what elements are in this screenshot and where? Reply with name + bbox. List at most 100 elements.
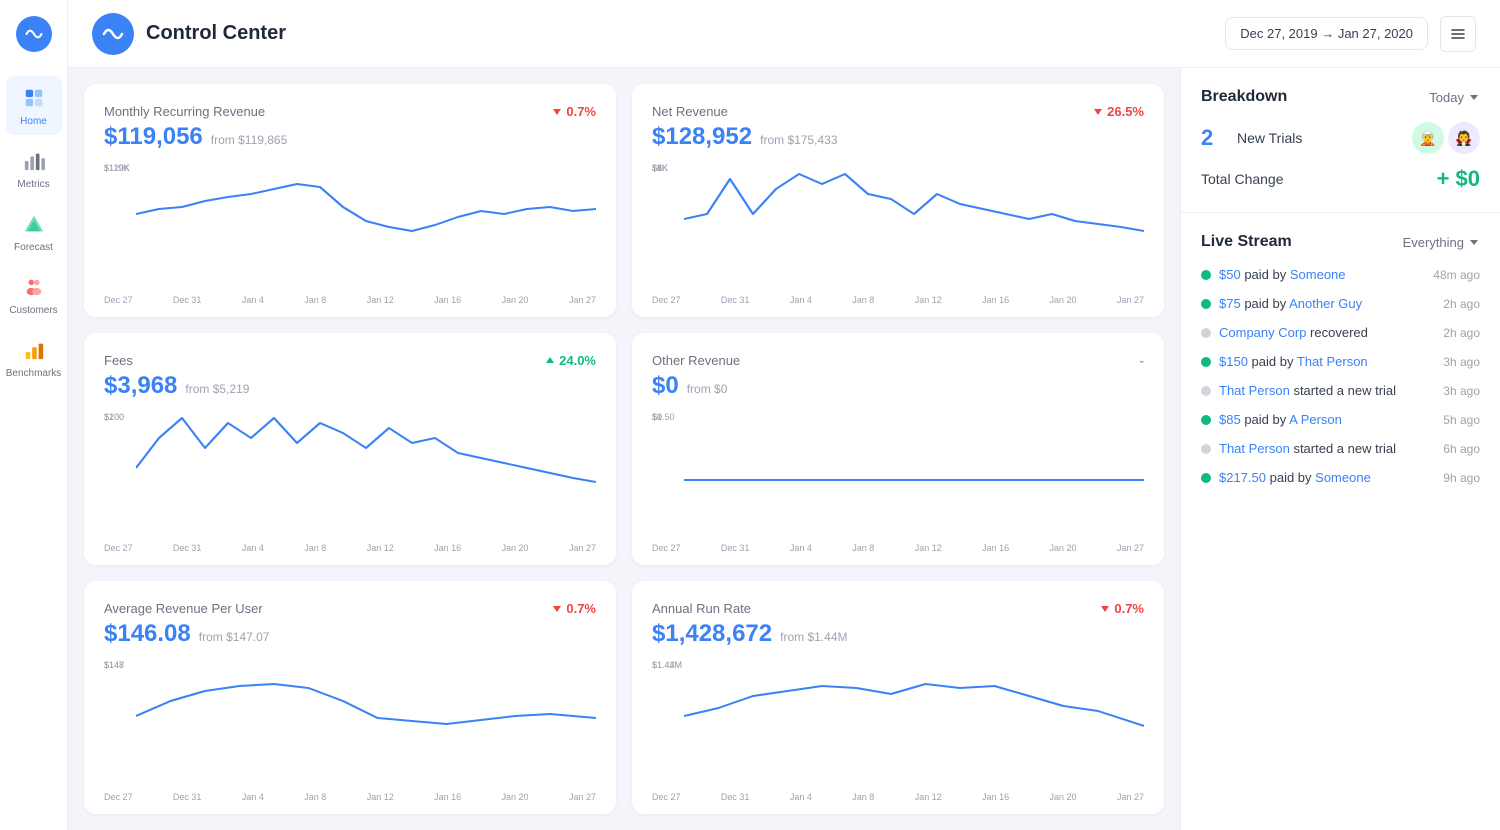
fees-value: $3,968 (104, 372, 177, 400)
header-logo-area: Control Center (92, 13, 1225, 55)
stream-amount-8[interactable]: $217.50 (1219, 470, 1266, 485)
arr-from: from $1.44M (780, 630, 847, 644)
stream-amount-4[interactable]: $150 (1219, 354, 1248, 369)
net-revenue-value: $128,952 (652, 123, 752, 151)
stream-amount-6[interactable]: $85 (1219, 412, 1241, 427)
stream-person-8[interactable]: Someone (1315, 470, 1371, 485)
stream-item-2: $75 paid by Another Guy 2h ago (1201, 296, 1480, 311)
stream-item-1: $50 paid by Someone 48m ago (1201, 267, 1480, 282)
sidebar-item-customers[interactable]: Customers (6, 265, 62, 324)
home-icon (20, 84, 48, 112)
net-revenue-from: from $175,433 (760, 133, 837, 147)
fees-chart-plot (136, 408, 596, 540)
arr-card: Annual Run Rate 0.7% $1,428,672 from $1.… (632, 581, 1164, 814)
stream-dot-2 (1201, 299, 1211, 309)
arr-chart-inner: $1.44M $1.43M (652, 656, 1144, 788)
sidebar-item-forecast-label: Forecast (14, 242, 53, 253)
breakdown-filter-btn[interactable]: Today (1429, 90, 1480, 105)
live-stream-section: Live Stream Everything $50 paid by Someo… (1181, 213, 1500, 830)
sidebar-item-forecast[interactable]: Forecast (6, 202, 62, 261)
app-icon (92, 13, 134, 55)
customers-icon (20, 273, 48, 301)
mrr-from: from $119,865 (211, 133, 288, 147)
stream-item-6: $85 paid by A Person 5h ago (1201, 412, 1480, 427)
stream-dot-7 (1201, 444, 1211, 454)
forecast-icon (20, 210, 48, 238)
fees-card: Fees 24.0% $3,968 from $5,219 $200 $100 (84, 333, 616, 566)
date-range-picker[interactable]: Dec 27, 2019 → Jan 27, 2020 (1225, 17, 1428, 50)
other-revenue-value-row: $0 from $0 (652, 372, 1144, 400)
benchmarks-icon (20, 336, 48, 364)
date-range-text: Dec 27, 2019 → Jan 27, 2020 (1240, 26, 1413, 41)
sidebar: Home Metrics Forecast (0, 0, 68, 830)
other-revenue-card: Other Revenue - $0 from $0 $1 $0.50 $0 (632, 333, 1164, 566)
fees-from: from $5,219 (185, 382, 249, 396)
stream-text-7: That Person started a new trial (1219, 441, 1435, 456)
stream-person-1[interactable]: Someone (1290, 267, 1346, 282)
stream-text-2: $75 paid by Another Guy (1219, 296, 1435, 311)
breakdown-filter-label: Today (1429, 90, 1464, 105)
new-trials-label: New Trials (1237, 130, 1400, 146)
stream-item-4: $150 paid by That Person 3h ago (1201, 354, 1480, 369)
arpu-header: Average Revenue Per User 0.7% (104, 601, 596, 616)
total-change-label: Total Change (1201, 171, 1284, 187)
stream-time-4: 3h ago (1443, 355, 1480, 369)
other-revenue-chart-plot (684, 408, 1144, 540)
sidebar-logo (16, 16, 52, 52)
stream-item-3: Company Corp recovered 2h ago (1201, 325, 1480, 340)
arpu-value-row: $146.08 from $147.07 (104, 620, 596, 648)
mrr-y-bottom: $119K (104, 163, 129, 173)
arpu-chart-plot (136, 656, 596, 788)
header: Control Center Dec 27, 2019 → Jan 27, 20… (68, 0, 1500, 68)
sidebar-item-metrics[interactable]: Metrics (6, 139, 62, 198)
arpu-y-bottom: $147 (104, 660, 124, 670)
mrr-x-7: Jan 20 (502, 295, 529, 305)
breakdown-section: Breakdown Today 2 New Trials 🧝 🧛 Tota (1181, 68, 1500, 213)
stream-person-2[interactable]: Another Guy (1289, 296, 1362, 311)
sidebar-item-home-label: Home (20, 116, 47, 127)
mrr-x-2: Dec 31 (173, 295, 202, 305)
sidebar-item-benchmarks[interactable]: Benchmarks (6, 328, 62, 387)
net-revenue-chart-plot (684, 159, 1144, 291)
net-revenue-badge: 26.5% (1093, 104, 1144, 119)
stream-person-4[interactable]: That Person (1297, 354, 1368, 369)
other-revenue-x-labels: Dec 27 Dec 31 Jan 4 Jan 8 Jan 12 Jan 16 … (652, 543, 1144, 553)
arr-y-mid: $1.43M (652, 660, 682, 670)
stream-text-1: $50 paid by Someone (1219, 267, 1425, 282)
arr-value-row: $1,428,672 from $1.44M (652, 620, 1144, 648)
avatar-2: 🧛 (1448, 122, 1480, 154)
stream-person-5[interactable]: That Person (1219, 383, 1290, 398)
arpu-change: 0.7% (566, 601, 596, 616)
stream-person-6[interactable]: A Person (1289, 412, 1342, 427)
stream-person-7[interactable]: That Person (1219, 441, 1290, 456)
menu-button[interactable] (1440, 16, 1476, 52)
stream-time-1: 48m ago (1433, 268, 1480, 282)
arpu-from: from $147.07 (199, 630, 270, 644)
stream-time-8: 9h ago (1443, 471, 1480, 485)
mrr-x-1: Dec 27 (104, 295, 133, 305)
total-change-row: Total Change + $0 (1201, 166, 1480, 192)
other-revenue-chart-inner: $1 $0.50 $0 (652, 408, 1144, 540)
stream-amount-1[interactable]: $50 (1219, 267, 1241, 282)
mrr-x-4: Jan 8 (304, 295, 326, 305)
fees-chart-inner: $200 $100 (104, 408, 596, 540)
new-trials-count: 2 (1201, 125, 1225, 151)
sidebar-item-home[interactable]: Home (6, 76, 62, 135)
breakdown-title: Breakdown (1201, 88, 1287, 106)
fees-change: 24.0% (559, 353, 596, 368)
right-panel: Breakdown Today 2 New Trials 🧝 🧛 Tota (1180, 68, 1500, 830)
net-revenue-chart-inner: $8K $6K $4K $2K (652, 159, 1144, 291)
stream-dot-3 (1201, 328, 1211, 338)
net-revenue-value-row: $128,952 from $175,433 (652, 123, 1144, 151)
content-area: Monthly Recurring Revenue 0.7% $119,056 … (68, 68, 1500, 830)
stream-time-2: 2h ago (1443, 297, 1480, 311)
new-trials-avatars: 🧝 🧛 (1412, 122, 1480, 154)
stream-company-3[interactable]: Company Corp (1219, 325, 1306, 340)
sidebar-item-benchmarks-label: Benchmarks (6, 368, 62, 379)
arpu-card: Average Revenue Per User 0.7% $146.08 fr… (84, 581, 616, 814)
stream-dot-5 (1201, 386, 1211, 396)
page-title: Control Center (146, 22, 286, 45)
stream-amount-2[interactable]: $75 (1219, 296, 1241, 311)
live-stream-filter-btn[interactable]: Everything (1403, 235, 1480, 250)
other-revenue-y-bottom: $0 (652, 412, 662, 422)
